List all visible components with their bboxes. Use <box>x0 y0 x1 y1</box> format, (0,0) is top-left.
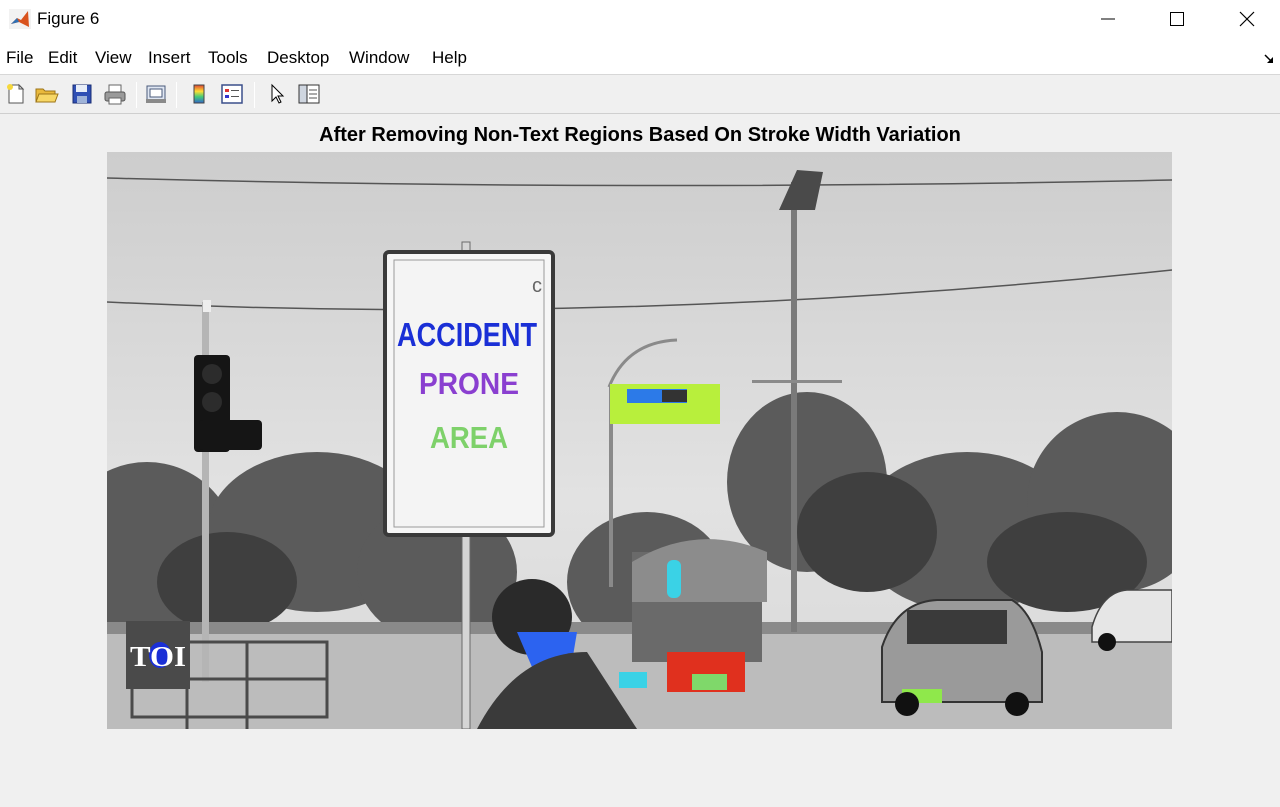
insert-colorbar-icon <box>193 84 205 104</box>
toolbar-separator <box>254 82 255 108</box>
link-plot-icon <box>146 85 166 103</box>
property-inspector-icon <box>298 84 320 104</box>
insert-colorbar-button[interactable] <box>186 81 212 107</box>
maximize-button[interactable] <box>1142 0 1212 38</box>
sign-text-line2: PRONE <box>419 366 519 401</box>
menu-desktop[interactable]: Desktop <box>267 48 329 68</box>
maximize-icon <box>1170 12 1184 26</box>
insert-legend-icon <box>221 84 243 104</box>
matlab-logo-icon <box>9 9 31 29</box>
close-icon <box>1239 11 1255 27</box>
svg-text:c: c <box>532 275 542 297</box>
figure-toolbar <box>0 74 1280 114</box>
print-icon <box>104 84 126 105</box>
menu-view[interactable]: View <box>95 48 132 68</box>
street-scene-image: c ACCIDENT PRONE AREA TOI <box>107 152 1172 729</box>
sign-text-line3: AREA <box>430 420 508 455</box>
close-button[interactable] <box>1212 0 1280 38</box>
image-axes[interactable]: c ACCIDENT PRONE AREA TOI <box>107 152 1172 729</box>
minimize-icon <box>1101 18 1115 20</box>
window-title: Figure 6 <box>37 9 100 28</box>
toolbar-separator <box>136 82 137 108</box>
minimize-button[interactable] <box>1073 0 1143 38</box>
save-icon <box>72 84 92 104</box>
menu-tools[interactable]: Tools <box>208 48 248 68</box>
insert-legend-button[interactable] <box>219 81 245 107</box>
new-figure-icon <box>7 83 25 104</box>
menu-insert[interactable]: Insert <box>148 48 191 68</box>
menu-edit[interactable]: Edit <box>48 48 77 68</box>
dock-figure-arrow-icon[interactable] <box>1264 54 1274 64</box>
edit-plot-button[interactable] <box>264 81 290 107</box>
print-button[interactable] <box>102 81 128 107</box>
property-inspector-button[interactable] <box>296 81 322 107</box>
watermark-logo: TOI <box>130 642 186 673</box>
open-file-button[interactable] <box>34 81 60 107</box>
edit-plot-arrow-icon <box>271 83 285 104</box>
menu-bar: File Edit View Insert Tools Desktop Wind… <box>0 38 1280 74</box>
link-plot-button[interactable] <box>143 81 169 107</box>
menu-help[interactable]: Help <box>432 48 467 68</box>
sign-text-line1: ACCIDENT <box>397 316 537 353</box>
menu-window[interactable]: Window <box>349 48 409 68</box>
window-titlebar: Figure 6 <box>0 0 1280 38</box>
save-button[interactable] <box>69 81 95 107</box>
menu-file[interactable]: File <box>6 48 33 68</box>
open-file-icon <box>35 88 59 103</box>
toolbar-separator <box>176 82 177 108</box>
axes-title: After Removing Non-Text Regions Based On… <box>319 124 961 146</box>
new-figure-button[interactable] <box>3 81 29 107</box>
